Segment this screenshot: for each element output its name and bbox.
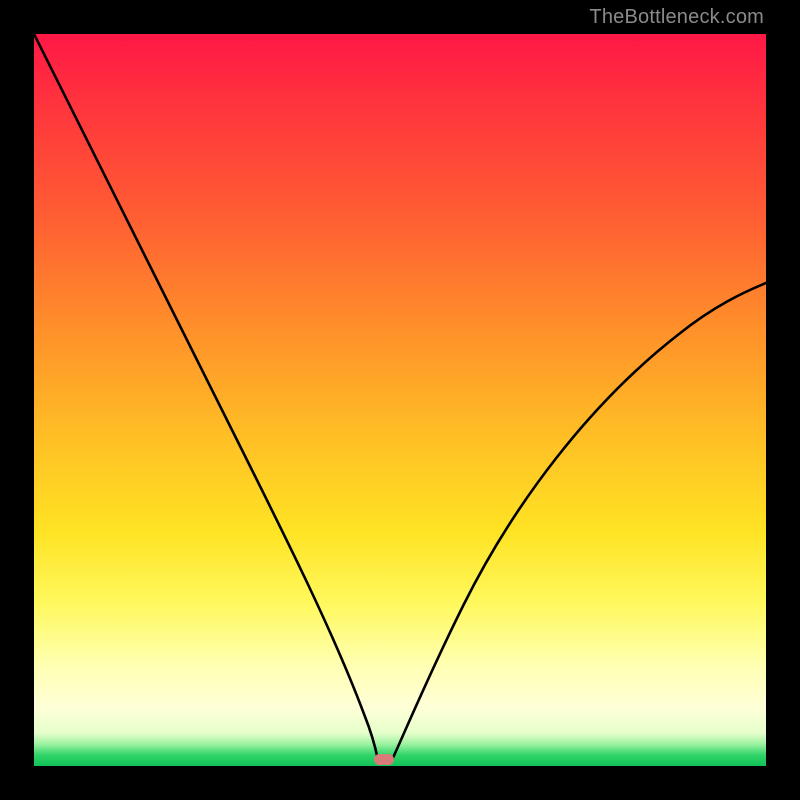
bottleneck-curve [34, 34, 766, 766]
curve-right-branch [392, 283, 766, 760]
watermark-text: TheBottleneck.com [589, 6, 764, 29]
chart-frame: TheBottleneck.com [0, 0, 800, 800]
curve-left-branch [34, 34, 378, 760]
optimal-marker [374, 754, 394, 765]
